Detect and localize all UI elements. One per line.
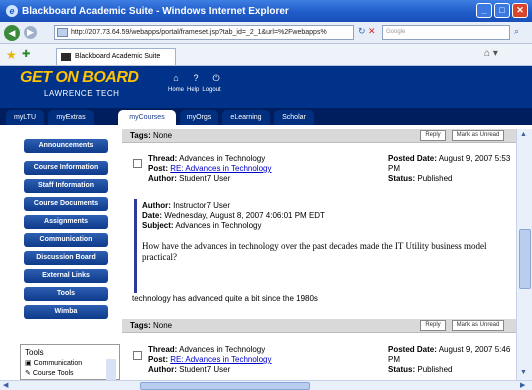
post-checkbox[interactable] bbox=[133, 159, 142, 168]
tab-elearning[interactable]: eLearning bbox=[222, 110, 270, 125]
tags-row: Tags: None bbox=[130, 321, 173, 330]
horizontal-scrollbar[interactable]: ◀ ▶ bbox=[0, 380, 532, 390]
forward-arrow-icon[interactable]: ▶ bbox=[24, 26, 37, 39]
home-icon[interactable]: ⌂ ▾ bbox=[484, 48, 498, 59]
menu-tools[interactable]: Tools bbox=[24, 287, 108, 301]
vertical-scrollbar[interactable]: ▲ ▼ bbox=[516, 129, 532, 380]
tab-mycourses[interactable]: myCourses bbox=[118, 110, 176, 125]
tools-item-communication[interactable]: ▣ Communication bbox=[25, 359, 82, 367]
page-icon bbox=[57, 28, 68, 37]
tools-panel: Tools ▣ Communication ✎ Course Tools bbox=[20, 344, 120, 380]
scroll-thumb[interactable] bbox=[519, 229, 531, 289]
reply-message: technology has advanced quite a bit sinc… bbox=[132, 294, 318, 303]
post-checkbox[interactable] bbox=[133, 351, 142, 360]
author-line: Author: Student7 User bbox=[148, 174, 231, 183]
menu-staff-information[interactable]: Staff Information bbox=[24, 179, 108, 193]
home-link[interactable]: Home bbox=[168, 87, 184, 93]
author-line: Author: Student7 User bbox=[148, 365, 231, 374]
status-line: Status: Published bbox=[388, 365, 453, 374]
address-bar: ◀ ▶ http://207.73.64.59/webapps/portal/f… bbox=[0, 22, 532, 44]
logo-subtext: LAWRENCE TECH bbox=[44, 89, 120, 98]
tab-myextras[interactable]: myExtras bbox=[48, 110, 94, 125]
hscroll-thumb[interactable] bbox=[140, 382, 310, 390]
help-link[interactable]: Help bbox=[187, 87, 199, 93]
post-link[interactable]: RE: Advances in Technology bbox=[170, 355, 271, 364]
thread-line: Thread: Advances in Technology bbox=[148, 345, 266, 354]
scroll-up-icon[interactable]: ▲ bbox=[520, 131, 527, 138]
header-links: Home Help Logout bbox=[168, 87, 221, 93]
menu-course-information[interactable]: Course Information bbox=[24, 161, 108, 175]
posted-date-cont: PM bbox=[388, 355, 400, 364]
posted-date-line: Posted Date: August 9, 2007 5:46 bbox=[388, 345, 511, 354]
window-title: Blackboard Academic Suite - Windows Inte… bbox=[22, 5, 289, 17]
stop-icon[interactable]: ✕ bbox=[368, 26, 376, 37]
portal-tabs: myLTU myExtras myCourses myOrgs eLearnin… bbox=[0, 108, 532, 125]
tools-item-course-tools[interactable]: ✎ Course Tools bbox=[25, 369, 74, 377]
course-menu-frame: Announcements Course Information Staff I… bbox=[0, 129, 120, 381]
search-icon[interactable]: ⌕ bbox=[514, 26, 519, 37]
menu-external-links[interactable]: External Links bbox=[24, 269, 108, 283]
mark-unread-button[interactable]: Mark as Unread bbox=[452, 320, 504, 331]
discussion-thread-frame: Tags: None Reply Mark as Unread Thread: … bbox=[120, 129, 516, 380]
quote-body-1: How have the advances in technology over… bbox=[142, 241, 487, 251]
close-button[interactable]: ✕ bbox=[512, 3, 528, 18]
menu-wimba[interactable]: Wimba bbox=[24, 305, 108, 319]
browser-tab-bar: ★ ✚ Blackboard Academic Suite ⌂ ▾ bbox=[0, 44, 532, 66]
maximize-button[interactable]: □ bbox=[494, 3, 510, 18]
logo-text: GET ON BOARD bbox=[20, 69, 139, 86]
post-line: Post: RE: Advances in Technology bbox=[148, 355, 272, 364]
back-arrow-icon[interactable]: ◀ bbox=[4, 24, 20, 41]
status-line: Status: Published bbox=[388, 174, 453, 183]
post-line: Post: RE: Advances in Technology bbox=[148, 164, 272, 173]
post-action-bar: Tags: None Reply Mark as Unread bbox=[122, 319, 516, 333]
logout-icon[interactable]: ⏻ bbox=[210, 73, 222, 84]
quote-bar bbox=[134, 199, 137, 293]
tab-myltu[interactable]: myLTU bbox=[6, 110, 44, 125]
url-text: http://207.73.64.59/webapps/portal/frame… bbox=[71, 29, 327, 36]
menu-announcements[interactable]: Announcements bbox=[24, 139, 108, 153]
tools-panel-title: Tools bbox=[25, 348, 44, 357]
post-action-bar: Tags: None Reply Mark as Unread bbox=[122, 129, 516, 143]
window-controls: _ □ ✕ bbox=[476, 3, 528, 18]
post-link[interactable]: RE: Advances in Technology bbox=[170, 164, 271, 173]
refresh-icon[interactable]: ↻ bbox=[358, 26, 366, 37]
tab-scholar[interactable]: Scholar bbox=[274, 110, 314, 125]
menu-course-documents[interactable]: Course Documents bbox=[24, 197, 108, 211]
reply-button[interactable]: Reply bbox=[420, 320, 446, 331]
scroll-right-icon[interactable]: ▶ bbox=[520, 381, 525, 389]
header-icons: ⌂ ? ⏻ bbox=[170, 73, 222, 84]
url-field[interactable]: http://207.73.64.59/webapps/portal/frame… bbox=[54, 25, 354, 40]
quote-subject: Subject: Advances in Technology bbox=[142, 221, 262, 230]
favorites-star-icon[interactable]: ★ bbox=[6, 48, 17, 62]
window-title-bar: e Blackboard Academic Suite - Windows In… bbox=[0, 0, 532, 22]
home-link-icon[interactable]: ⌂ bbox=[170, 73, 182, 84]
reply-button[interactable]: Reply bbox=[420, 130, 446, 141]
logout-link[interactable]: Logout bbox=[202, 87, 220, 93]
mark-unread-button[interactable]: Mark as Unread bbox=[452, 130, 504, 141]
browser-tab-title: Blackboard Academic Suite bbox=[75, 53, 161, 60]
menu-assignments[interactable]: Assignments bbox=[24, 215, 108, 229]
quote-body-2: practical? bbox=[142, 252, 177, 262]
tab-myorgs[interactable]: myOrgs bbox=[180, 110, 218, 125]
menu-communication[interactable]: Communication bbox=[24, 233, 108, 247]
scroll-down-icon[interactable]: ▼ bbox=[520, 369, 527, 376]
add-favorite-icon[interactable]: ✚ bbox=[22, 49, 30, 60]
minimize-button[interactable]: _ bbox=[476, 3, 492, 18]
portal-header: GET ON BOARD LAWRENCE TECH ⌂ ? ⏻ Home He… bbox=[0, 66, 532, 108]
ie-logo-icon: e bbox=[6, 5, 18, 17]
tools-scrollbar[interactable] bbox=[106, 359, 116, 381]
posted-date-line: Posted Date: August 9, 2007 5:53 bbox=[388, 154, 511, 163]
quote-author: Author: Instructor7 User bbox=[142, 201, 231, 210]
browser-tab[interactable]: Blackboard Academic Suite bbox=[56, 48, 176, 65]
scroll-left-icon[interactable]: ◀ bbox=[3, 381, 8, 389]
tab-favicon-icon bbox=[61, 53, 71, 61]
menu-discussion-board[interactable]: Discussion Board bbox=[24, 251, 108, 265]
thread-line: Thread: Advances in Technology bbox=[148, 154, 266, 163]
help-icon[interactable]: ? bbox=[190, 73, 202, 84]
posted-date-cont: PM bbox=[388, 164, 400, 173]
quote-date: Date: Wednesday, August 8, 2007 4:06:01 … bbox=[142, 211, 325, 220]
search-input[interactable]: Google bbox=[382, 25, 510, 40]
tags-row: Tags: None bbox=[130, 131, 173, 140]
